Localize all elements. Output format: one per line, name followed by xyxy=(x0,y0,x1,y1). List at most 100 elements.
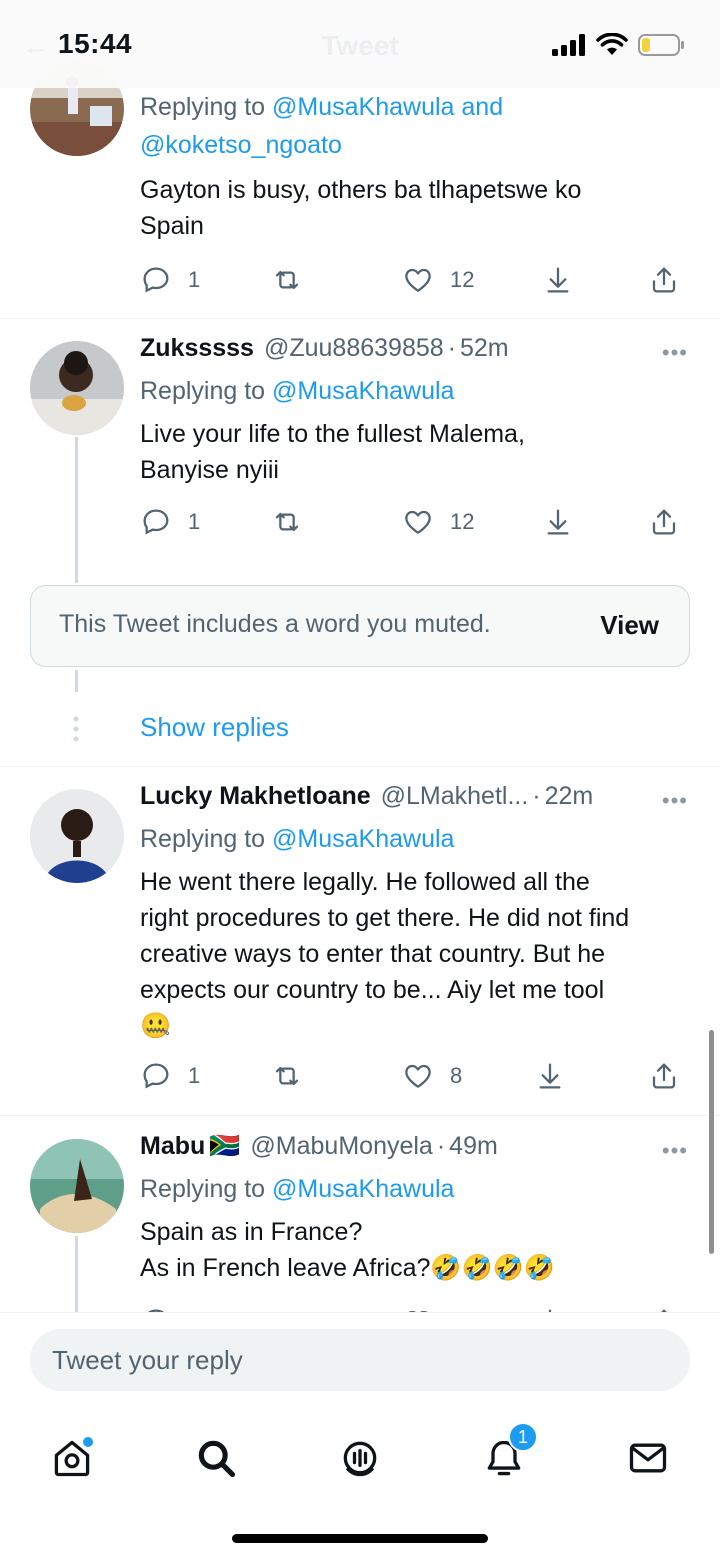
retweet-button[interactable] xyxy=(270,506,304,538)
share-icon xyxy=(652,267,676,293)
avatar[interactable] xyxy=(30,1139,124,1233)
replying-to: Replying to @MusaKhawula xyxy=(140,1170,692,1208)
reply-icon xyxy=(143,509,169,535)
tweet-header: Lucky Makhetloane @LMakhetl... · 22m xyxy=(140,782,692,820)
display-name[interactable]: Lucky Makhetloane xyxy=(140,782,371,811)
search-icon xyxy=(198,1440,236,1478)
tweet-text-line: Spain as in France? xyxy=(140,1218,363,1246)
user-handle[interactable]: @LMakhetl... xyxy=(381,782,529,811)
tweet-text: Gayton is busy, others ba tlhapetswe ko … xyxy=(140,172,692,244)
mention-joiner: and xyxy=(461,93,504,121)
mention-link[interactable]: @MusaKhawula xyxy=(272,825,454,853)
tweet-text: Live your life to the fullest Malema, Ba… xyxy=(140,416,692,488)
heart-icon xyxy=(405,268,431,292)
tweet-text: Spain as in France? As in French leave A… xyxy=(140,1214,692,1286)
thread-line xyxy=(75,670,78,692)
like-button[interactable]: 12 xyxy=(402,506,474,538)
new-content-dot xyxy=(83,1437,93,1447)
status-icons xyxy=(552,33,686,57)
tweet-text-line: Spain xyxy=(140,212,204,240)
reply-input[interactable] xyxy=(30,1329,690,1391)
reply-button[interactable]: 1 xyxy=(140,506,200,538)
tweet-text-line: As in French leave Africa?🤣🤣🤣🤣 xyxy=(140,1254,555,1282)
user-handle[interactable]: @MabuMonyela xyxy=(250,1132,432,1161)
user-handle[interactable]: @Zuu88639858 xyxy=(264,334,444,363)
tab-messages[interactable] xyxy=(618,1428,678,1488)
home-indicator[interactable] xyxy=(232,1534,488,1543)
bookmark-button[interactable] xyxy=(542,506,574,538)
separator-dot: · xyxy=(532,782,541,810)
show-replies-link[interactable]: Show replies xyxy=(140,712,289,743)
divider xyxy=(0,1115,720,1116)
like-button[interactable]: 8 xyxy=(402,1060,462,1092)
tweet-text-line: Live your life to the fullest Malema, xyxy=(140,420,525,448)
avatar[interactable] xyxy=(30,789,124,883)
share-button[interactable] xyxy=(648,1060,680,1092)
tweet-thread[interactable]: Replying to @MusaKhawula and @koketso_ng… xyxy=(0,0,720,1312)
divider xyxy=(0,766,720,767)
tweet-text-emoji: 🤐 xyxy=(140,1012,172,1040)
tweet-text-line: He went there legally. He followed all t… xyxy=(140,868,590,896)
cellular-signal-icon xyxy=(552,34,585,56)
replying-to: Replying to @MusaKhawula xyxy=(140,372,692,410)
mention-link[interactable]: @MusaKhawula xyxy=(272,1175,454,1203)
separator-dot: · xyxy=(447,334,456,362)
retweet-button[interactable] xyxy=(270,264,304,296)
divider xyxy=(0,318,720,319)
reply-count: 1 xyxy=(188,1063,201,1088)
more-options-icon[interactable]: ••• xyxy=(662,788,688,814)
spaces-icon xyxy=(343,1441,377,1477)
tweet-text-line: right procedures to get there. He did no… xyxy=(140,904,630,932)
reply-button[interactable]: 1 xyxy=(140,1060,200,1092)
tab-notifications[interactable]: 1 xyxy=(474,1422,538,1488)
retweet-icon xyxy=(275,1066,299,1086)
scrollbar[interactable] xyxy=(709,1030,714,1254)
avatar[interactable] xyxy=(30,341,124,435)
tab-search[interactable] xyxy=(186,1428,246,1488)
reply-count: 1 xyxy=(188,267,201,292)
retweet-icon xyxy=(275,270,299,290)
replying-label: Replying to xyxy=(140,377,266,405)
tweet-text-line: creative ways to enter that country. But… xyxy=(140,940,606,968)
bookmark-button[interactable] xyxy=(542,264,574,296)
like-count: 8 xyxy=(450,1063,463,1088)
display-name[interactable]: Zuksssss xyxy=(140,334,254,363)
timestamp: 49m xyxy=(449,1132,498,1160)
like-count: 12 xyxy=(450,267,475,292)
avatar-photo-icon xyxy=(30,341,124,435)
reply-icon xyxy=(143,1063,169,1089)
timestamp: 52m xyxy=(459,334,509,362)
tweet-actions: 1 12 xyxy=(140,264,692,300)
battery-icon xyxy=(638,34,684,56)
timestamp: 22m xyxy=(544,782,594,810)
bookmark-button[interactable] xyxy=(534,1060,566,1092)
replying-to: Replying to @MusaKhawula and @koketso_ng… xyxy=(140,88,692,164)
retweet-button[interactable] xyxy=(270,1060,304,1092)
reply-count: 1 xyxy=(188,509,201,534)
tab-home[interactable] xyxy=(42,1428,102,1488)
thread-line xyxy=(75,437,78,583)
thread-line xyxy=(75,1236,78,1312)
muted-notice-text: This Tweet includes a word you muted. xyxy=(59,610,491,638)
mention-link[interactable]: @koketso_ngoato xyxy=(140,131,342,159)
mention-link[interactable]: @MusaKhawula xyxy=(272,93,454,121)
replying-label: Replying to xyxy=(140,825,266,853)
wifi-icon xyxy=(596,33,628,55)
reply-icon xyxy=(143,267,169,293)
reply-composer xyxy=(0,1312,720,1412)
view-muted-button[interactable]: View xyxy=(600,610,659,641)
heart-icon xyxy=(405,510,431,534)
tweet-header: Mabu 🇿🇦 @MabuMonyela · 49m xyxy=(140,1132,692,1170)
like-button[interactable]: 12 xyxy=(402,264,474,296)
tweet-header: Zuksssss @Zuu88639858 · 52m xyxy=(140,334,692,372)
share-button[interactable] xyxy=(648,264,680,296)
reply-button[interactable]: 1 xyxy=(140,264,200,296)
more-options-icon[interactable]: ••• xyxy=(662,340,688,366)
more-options-icon[interactable]: ••• xyxy=(662,1138,688,1164)
share-button[interactable] xyxy=(648,506,680,538)
tweet-text-line: expects our country to be... Aiy let me … xyxy=(140,976,605,1004)
display-name[interactable]: Mabu xyxy=(140,1132,205,1161)
tab-spaces[interactable] xyxy=(330,1428,390,1488)
mention-link[interactable]: @MusaKhawula xyxy=(272,377,454,405)
tweet-actions: 1 12 xyxy=(140,506,692,542)
